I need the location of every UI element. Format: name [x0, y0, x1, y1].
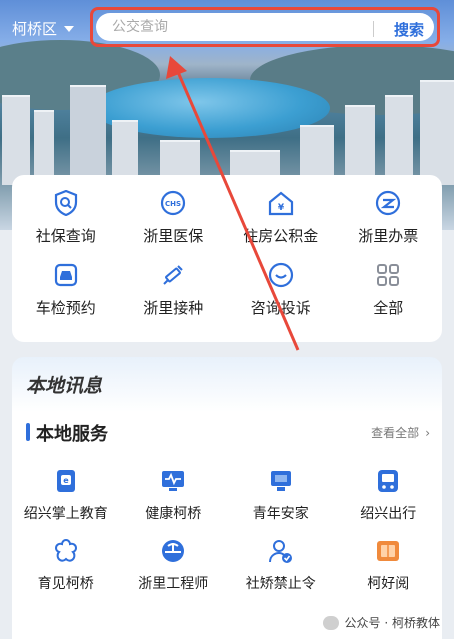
service-item-reading[interactable]: 柯好阅 — [335, 537, 443, 607]
quick-item-label: 浙里医保 — [143, 227, 204, 245]
health-monitor-icon — [159, 467, 187, 495]
search-bar[interactable]: 搜索 — [96, 13, 434, 41]
quick-item-ticket[interactable]: 浙里办票 — [335, 189, 443, 261]
service-item-travel[interactable]: 绍兴出行 — [335, 467, 443, 537]
service-item-label: 柯好阅 — [367, 576, 410, 592]
search-button[interactable]: 搜索 — [394, 19, 424, 40]
quick-item-label: 咨询投诉 — [250, 299, 311, 317]
view-all-label: 查看全部 — [371, 426, 420, 440]
quick-item-label: 住房公积金 — [243, 227, 319, 245]
service-item-engineer[interactable]: 浙里工程师 — [120, 537, 228, 607]
search-input[interactable] — [112, 19, 362, 35]
service-item-label: 浙里工程师 — [138, 576, 209, 592]
wechat-icon — [322, 615, 339, 630]
quick-item-label: 全部 — [373, 299, 404, 317]
app-screen: 柯桥区 搜索 社保查询 CHS 浙里医保 — [0, 0, 454, 639]
chevron-right-icon: › — [425, 425, 430, 440]
chat-icon — [267, 261, 295, 289]
person-check-icon — [267, 537, 295, 565]
region-label: 柯桥区 — [12, 20, 58, 38]
section-title: 本地服务 — [36, 424, 108, 445]
book-icon — [374, 537, 402, 565]
car-icon — [52, 261, 80, 289]
helmet-icon — [159, 537, 187, 565]
quick-item-label: 车检预约 — [35, 299, 96, 317]
service-item-health[interactable]: 健康柯桥 — [120, 467, 228, 537]
service-item-label: 绍兴掌上教育 — [23, 506, 108, 522]
flower-icon — [52, 537, 80, 565]
quick-item-medical-insurance[interactable]: CHS 浙里医保 — [120, 189, 228, 261]
news-title: 本地讯息 — [26, 375, 103, 397]
service-item-label: 青年安家 — [252, 506, 309, 522]
building — [420, 80, 454, 185]
service-item-label: 育见柯桥 — [37, 576, 94, 592]
local-info-card: 本地讯息 本地服务 查看全部 › e 绍兴掌上教育 健康柯桥 青年安家 绍兴出行… — [12, 357, 442, 639]
watermark-text: 公众号 · 柯桥教体 — [344, 616, 440, 630]
service-item-label: 健康柯桥 — [145, 506, 202, 522]
service-item-label: 社矫禁止令 — [245, 576, 316, 592]
quick-item-label: 浙里办票 — [358, 227, 419, 245]
quick-item-social-security[interactable]: 社保查询 — [12, 189, 120, 261]
youth-home-icon — [267, 467, 295, 495]
service-item-youth-home[interactable]: 青年安家 — [227, 467, 335, 537]
quick-item-vaccination[interactable]: 浙里接种 — [120, 261, 228, 333]
building — [345, 105, 375, 185]
building — [2, 95, 30, 185]
section-accent-bar — [26, 423, 30, 441]
quick-item-car-inspection[interactable]: 车检预约 — [12, 261, 120, 333]
building — [34, 110, 54, 185]
quick-item-all[interactable]: 全部 — [335, 261, 443, 333]
svg-text:CHS: CHS — [165, 200, 181, 208]
shield-search-icon — [52, 189, 80, 217]
view-all-link[interactable]: 查看全部 › — [371, 424, 430, 441]
building — [70, 85, 106, 185]
service-item-correction-order[interactable]: 社矫禁止令 — [227, 537, 335, 607]
quick-services-card: 社保查询 CHS 浙里医保 ¥ 住房公积金 浙里办票 车检预约 浙里接种 咨询投… — [12, 175, 442, 342]
education-icon: e — [52, 467, 80, 495]
house-yuan-icon: ¥ — [267, 189, 295, 217]
search-highlight: 搜索 — [90, 7, 440, 47]
grid-icon — [374, 261, 402, 289]
watermark: 公众号 · 柯桥教体 — [322, 614, 440, 631]
svg-text:e: e — [63, 476, 69, 485]
quick-item-label: 浙里接种 — [143, 299, 204, 317]
service-item-education[interactable]: e 绍兴掌上教育 — [12, 467, 120, 537]
quick-item-housing-fund[interactable]: ¥ 住房公积金 — [227, 189, 335, 261]
building — [385, 95, 413, 185]
ticket-icon — [374, 189, 402, 217]
service-item-parenting[interactable]: 育见柯桥 — [12, 537, 120, 607]
bus-icon — [374, 467, 402, 495]
medical-insurance-icon: CHS — [159, 189, 187, 217]
region-selector[interactable]: 柯桥区 — [12, 18, 75, 39]
quick-item-consult-complaint[interactable]: 咨询投诉 — [227, 261, 335, 333]
chevron-down-icon — [64, 25, 75, 32]
service-item-label: 绍兴出行 — [360, 506, 417, 522]
quick-item-label: 社保查询 — [35, 227, 96, 245]
svg-text:¥: ¥ — [278, 203, 285, 213]
search-divider — [373, 21, 374, 37]
syringe-icon — [159, 261, 187, 289]
